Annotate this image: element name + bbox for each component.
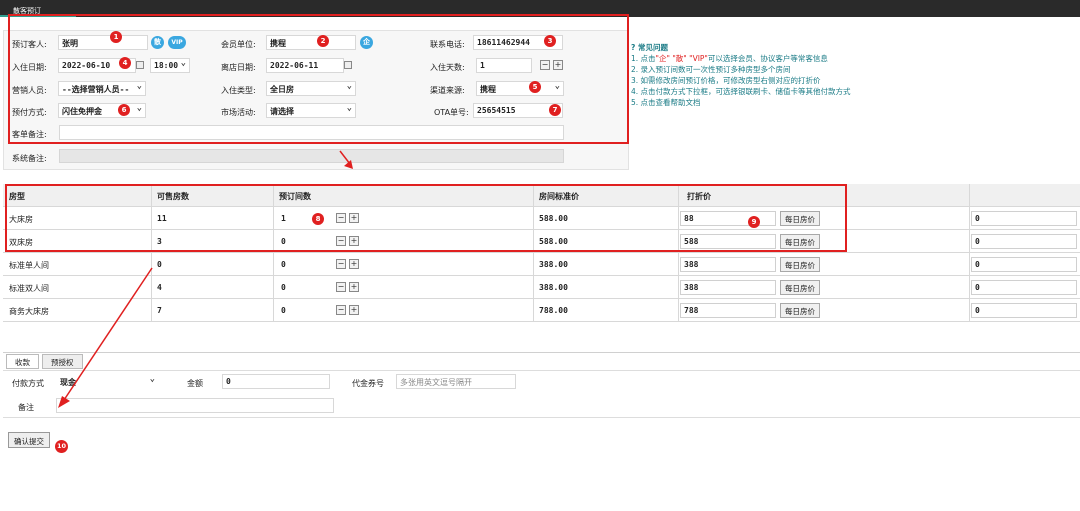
annotation-badge: 4 [119,57,131,69]
annotation-badge: 5 [529,81,541,93]
annotation-badge: 3 [544,35,556,47]
annotation-badge: 2 [317,35,329,47]
annotation-badge: 10 [55,440,68,453]
annotation-badge: 6 [118,104,130,116]
annotation-badge: 7 [549,104,561,116]
annotation-arrows [58,150,353,408]
annotation-badge: 1 [110,31,122,43]
annotation-badge: 8 [312,213,324,225]
annotation-badge: 9 [748,216,760,228]
